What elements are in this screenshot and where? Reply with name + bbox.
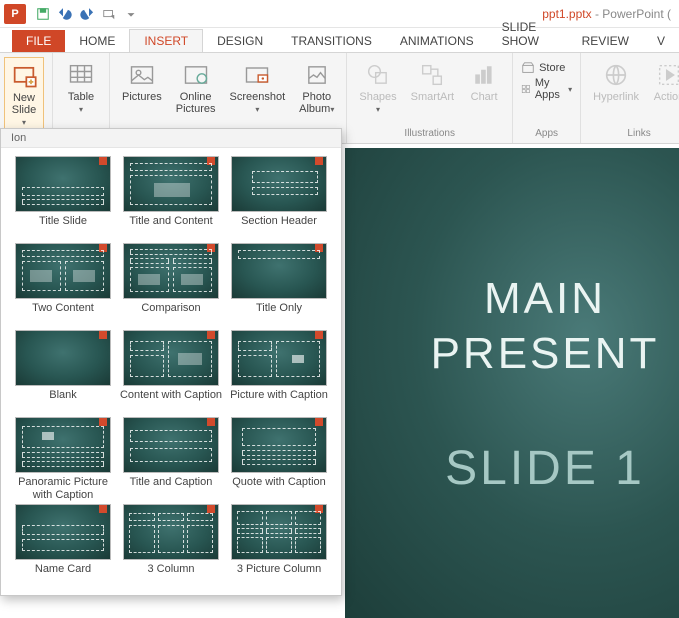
tab-transitions[interactable]: TRANSITIONS <box>277 30 386 52</box>
action-button[interactable]: Action <box>649 57 679 103</box>
group-illustrations-label: Illustrations <box>355 128 504 141</box>
pictures-icon <box>128 61 156 89</box>
screenshot-button[interactable]: Screenshot▾ <box>226 57 290 115</box>
shapes-button[interactable]: Shapes▾ <box>355 57 400 115</box>
powerpoint-icon: P <box>4 4 26 24</box>
app-name: PowerPoint ( <box>602 7 671 21</box>
layout-title-slide[interactable]: Title Slide <box>11 156 115 241</box>
tab-home[interactable]: HOME <box>65 30 129 52</box>
photo-album-button[interactable]: Photo Album▾ <box>295 57 338 115</box>
layout-quote-with-caption[interactable]: Quote with Caption <box>227 417 331 502</box>
tab-view[interactable]: V <box>643 30 679 52</box>
qat-customize-icon[interactable] <box>120 3 142 25</box>
redo-icon[interactable] <box>76 3 98 25</box>
layout-picture-with-caption[interactable]: Picture with Caption <box>227 330 331 415</box>
my-apps-button[interactable]: My Apps ▾ <box>521 77 572 101</box>
pictures-button[interactable]: Pictures <box>118 57 166 103</box>
photo-album-label: Photo Album▾ <box>299 91 334 115</box>
slide-canvas[interactable]: MAINPRESENT SLIDE 1 <box>345 148 679 618</box>
new-slide-layout-menu: Ion Title Slide Title and Content <box>0 128 342 596</box>
layout-content-with-caption[interactable]: Content with Caption <box>119 330 223 415</box>
online-pictures-label: Online Pictures <box>176 91 216 115</box>
workspace: MAINPRESENT SLIDE 1 Ion Title Slide Titl… <box>0 144 679 614</box>
tab-slideshow[interactable]: SLIDE SHOW <box>488 16 568 52</box>
table-icon <box>67 61 95 89</box>
slide-title: MAINPRESENT <box>431 271 660 381</box>
table-label: Table▾ <box>68 91 94 115</box>
hyperlink-label: Hyperlink <box>593 91 639 103</box>
shapes-icon <box>364 61 392 89</box>
action-icon <box>655 61 679 89</box>
my-apps-label: My Apps <box>535 77 564 101</box>
online-pictures-button[interactable]: Online Pictures <box>172 57 220 115</box>
smartart-icon <box>418 61 446 89</box>
smartart-button[interactable]: SmartArt <box>407 57 458 103</box>
tab-design[interactable]: DESIGN <box>203 30 277 52</box>
action-label: Action <box>654 91 679 103</box>
layout-3-column[interactable]: 3 Column <box>119 504 223 589</box>
photo-album-icon <box>303 61 331 89</box>
title-bar: P ppt1.pptx - PowerPoint ( <box>0 0 679 28</box>
layout-comparison[interactable]: Comparison <box>119 243 223 328</box>
store-label: Store <box>539 62 565 74</box>
smartart-label: SmartArt <box>411 91 454 103</box>
start-from-beginning-icon[interactable] <box>98 3 120 25</box>
layout-blank[interactable]: Blank <box>11 330 115 415</box>
chart-icon <box>470 61 498 89</box>
layout-3-picture-column[interactable]: 3 Picture Column <box>227 504 331 589</box>
table-button[interactable]: Table▾ <box>61 57 101 115</box>
layout-panoramic-picture-with-caption[interactable]: Panoramic Picture with Caption <box>11 417 115 502</box>
layout-theme-name: Ion <box>1 129 341 148</box>
shapes-label: Shapes▾ <box>359 91 396 115</box>
screenshot-icon <box>243 61 271 89</box>
new-slide-button[interactable]: New Slide ▾ <box>4 57 44 129</box>
tab-review[interactable]: REVIEW <box>568 30 643 52</box>
chart-button[interactable]: Chart <box>464 57 504 103</box>
new-slide-icon <box>10 62 38 90</box>
layout-title-and-caption[interactable]: Title and Caption <box>119 417 223 502</box>
online-pictures-icon <box>182 61 210 89</box>
tab-file[interactable]: FILE <box>12 30 65 52</box>
screenshot-label: Screenshot▾ <box>230 91 286 115</box>
tab-insert[interactable]: INSERT <box>129 29 203 52</box>
group-apps-label: Apps <box>521 128 572 141</box>
layout-title-only[interactable]: Title Only <box>227 243 331 328</box>
layout-title-and-content[interactable]: Title and Content <box>119 156 223 241</box>
slide-subtitle: SLIDE 1 <box>445 441 645 496</box>
pictures-label: Pictures <box>122 91 162 103</box>
tab-animations[interactable]: ANIMATIONS <box>386 30 488 52</box>
layout-name-card[interactable]: Name Card <box>11 504 115 589</box>
new-slide-label: New Slide ▾ <box>9 92 39 128</box>
store-button[interactable]: Store <box>521 61 572 75</box>
chart-label: Chart <box>471 91 498 103</box>
save-icon[interactable] <box>32 3 54 25</box>
group-links-label: Links <box>589 128 679 141</box>
hyperlink-icon <box>602 61 630 89</box>
hyperlink-button[interactable]: Hyperlink <box>589 57 643 103</box>
ribbon-tabs: FILE HOME INSERT DESIGN TRANSITIONS ANIM… <box>0 28 679 52</box>
layout-two-content[interactable]: Two Content <box>11 243 115 328</box>
layout-grid: Title Slide Title and Content Section He… <box>1 148 341 595</box>
undo-icon[interactable] <box>54 3 76 25</box>
layout-section-header[interactable]: Section Header <box>227 156 331 241</box>
window-title: ppt1.pptx - PowerPoint ( <box>142 7 675 21</box>
